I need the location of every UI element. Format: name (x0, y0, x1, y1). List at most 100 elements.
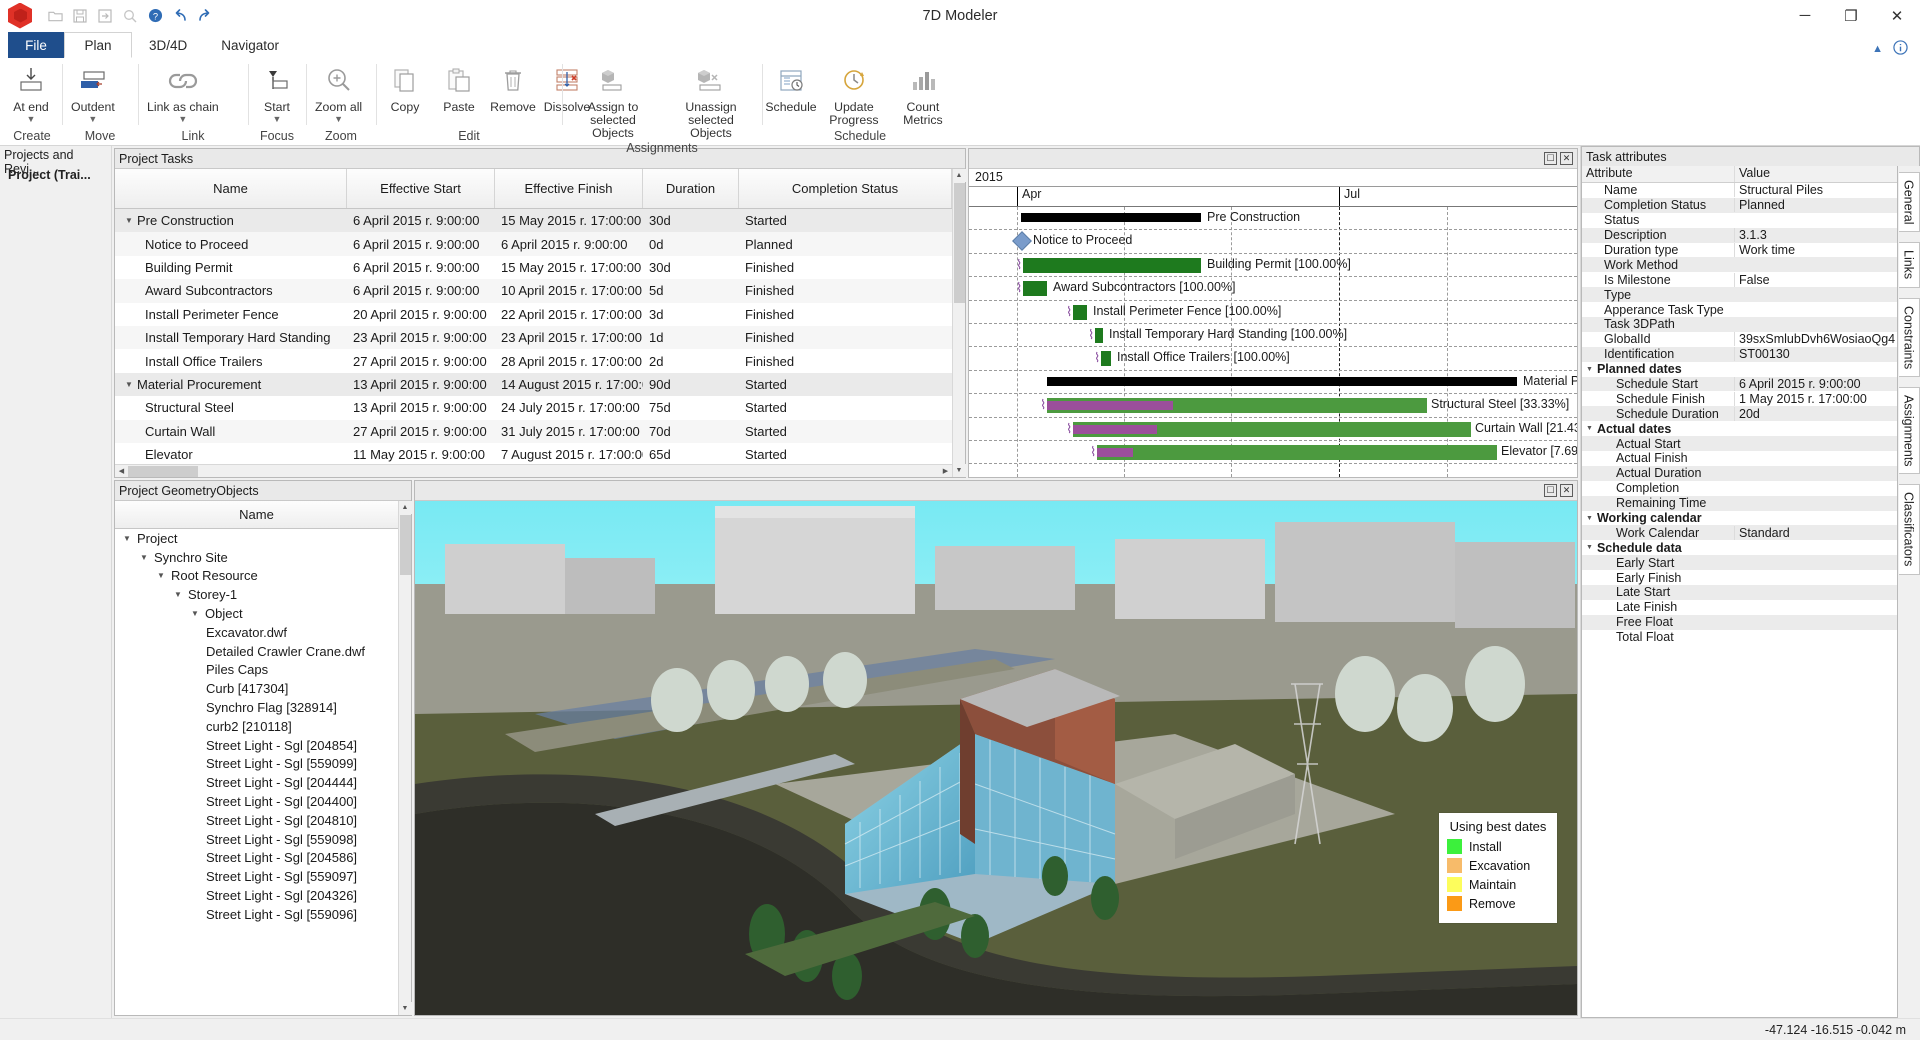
attribute-row[interactable]: ▼Working calendar (1582, 511, 1897, 526)
list-item[interactable]: Street Light - Sgl [204444] (115, 773, 398, 792)
list-item[interactable]: Street Light - Sgl [204810] (115, 811, 398, 830)
attribute-row[interactable]: Total Float (1582, 630, 1897, 645)
tasks-rows[interactable]: ▼Pre Construction6 April 2015 r. 9:00:00… (115, 209, 952, 464)
attribute-row[interactable]: Late Finish (1582, 600, 1897, 615)
attribute-side-tabs[interactable]: General Links Constraints Assignments Classi… (1898, 166, 1920, 1018)
close-panel-icon[interactable]: ✕ (1560, 152, 1573, 165)
list-item[interactable]: Street Light - Sgl [559099] (115, 755, 398, 774)
open-icon[interactable] (44, 5, 66, 27)
start-button[interactable]: Start ▼ (250, 62, 304, 123)
gantt-milestone[interactable] (1012, 231, 1032, 251)
attribute-row[interactable]: Is MilestoneFalse (1582, 272, 1897, 287)
chevron-down-icon[interactable]: ▼ (155, 571, 167, 580)
attribute-value[interactable]: ST00130 (1734, 347, 1897, 361)
attribute-value[interactable]: 20d (1734, 407, 1897, 421)
table-row[interactable]: Structural Steel13 April 2015 r. 9:00:00… (115, 396, 952, 419)
attribute-row[interactable]: Completion (1582, 481, 1897, 496)
redo-icon[interactable] (194, 5, 216, 27)
scroll-down-icon[interactable]: ▼ (399, 1002, 412, 1015)
attribute-row[interactable]: Work Method (1582, 257, 1897, 272)
column-header-value[interactable]: Value (1734, 166, 1897, 182)
gantt-bar[interactable] (1073, 305, 1087, 320)
chevron-down-icon[interactable]: ▼ (172, 590, 184, 599)
side-tab-links[interactable]: Links (1899, 242, 1920, 287)
geometry-tree[interactable]: ▼Project▼Synchro Site▼Root Resource▼Stor… (115, 529, 398, 1015)
list-item[interactable]: Street Light - Sgl [559097] (115, 867, 398, 886)
chevron-down-icon[interactable]: ▼ (1586, 544, 1593, 551)
column-header-effective-finish[interactable]: Effective Finish (495, 169, 643, 208)
minimize-button[interactable]: ─ (1782, 0, 1828, 32)
gantt-bar[interactable] (1023, 281, 1047, 296)
attribute-row[interactable]: IdentificationST00130 (1582, 347, 1897, 362)
list-item[interactable]: ▼Storey-1 (115, 585, 398, 604)
attribute-row[interactable]: Type (1582, 287, 1897, 302)
attribute-row[interactable]: Schedule Finish1 May 2015 r. 17:00:00 (1582, 391, 1897, 406)
geometry-column-header-name[interactable]: Name (115, 501, 398, 529)
side-tab-constraints[interactable]: Constraints (1899, 298, 1920, 377)
ribbon-tab-3d4d[interactable]: 3D/4D (132, 32, 204, 58)
column-header-attribute[interactable]: Attribute (1582, 166, 1734, 182)
zoom-all-button[interactable]: Zoom all ▼ (308, 62, 369, 123)
list-item[interactable]: Street Light - Sgl [204400] (115, 792, 398, 811)
attribute-value[interactable]: 3.1.3 (1734, 228, 1897, 242)
list-item[interactable]: Street Light - Sgl [204326] (115, 886, 398, 905)
outdent-button[interactable]: Outdent ▼ (64, 62, 122, 123)
list-item[interactable]: ▼Synchro Site (115, 548, 398, 567)
side-tab-classificators[interactable]: Classificators (1899, 484, 1920, 574)
attribute-value[interactable]: 39sxSmlubDvh6WosiaoQg4 (1734, 332, 1897, 346)
chevron-down-icon[interactable]: ▼ (189, 609, 201, 618)
attribute-row[interactable]: ▼Schedule data (1582, 540, 1897, 555)
gantt-row[interactable]: ⌇Curtain Wall [21.43%] (969, 418, 1577, 441)
gantt-bar[interactable] (1095, 328, 1103, 343)
chevron-down-icon[interactable]: ▼ (178, 115, 187, 123)
attributes-rows[interactable]: NameStructural PilesCompletion StatusPla… (1582, 183, 1897, 1017)
paste-button[interactable]: Paste (432, 62, 486, 114)
attribute-row[interactable]: Remaining Time (1582, 496, 1897, 511)
attribute-row[interactable]: Duration typeWork time (1582, 243, 1897, 258)
gantt-bar[interactable] (1097, 445, 1497, 460)
attribute-row[interactable]: Work CalendarStandard (1582, 525, 1897, 540)
chevron-down-icon[interactable]: ▼ (1586, 366, 1593, 373)
side-tab-general[interactable]: General (1899, 172, 1920, 232)
list-item[interactable]: ▼Object (115, 604, 398, 623)
copy-button[interactable]: Copy (378, 62, 432, 114)
info-icon[interactable] (1893, 40, 1908, 58)
list-item[interactable]: Piles Caps (115, 661, 398, 680)
table-row[interactable]: ▼Pre Construction6 April 2015 r. 9:00:00… (115, 209, 952, 232)
attribute-row[interactable]: Actual Start (1582, 436, 1897, 451)
chevron-down-icon[interactable]: ▼ (273, 115, 282, 123)
side-tab-assignments[interactable]: Assignments (1899, 387, 1920, 475)
attribute-row[interactable]: Free Float (1582, 615, 1897, 630)
gantt-row[interactable]: ⌇Install Office Trailers [100.00%] (969, 347, 1577, 370)
attribute-value[interactable]: Standard (1734, 526, 1897, 540)
chevron-down-icon[interactable]: ▼ (123, 216, 135, 225)
close-button[interactable]: ✕ (1874, 0, 1920, 32)
table-row[interactable]: Install Temporary Hard Standing23 April … (115, 326, 952, 349)
attribute-row[interactable]: GlobalId39sxSmlubDvh6WosiaoQg4 (1582, 332, 1897, 347)
table-row[interactable]: Install Office Trailers27 April 2015 r. … (115, 349, 952, 372)
float-panel-icon[interactable]: ☐ (1544, 484, 1557, 497)
list-item[interactable]: curb2 [210118] (115, 717, 398, 736)
attribute-row[interactable]: ▼Actual dates (1582, 421, 1897, 436)
gantt-row[interactable]: Notice to Proceed (969, 230, 1577, 253)
attribute-row[interactable]: ▼Planned dates (1582, 362, 1897, 377)
attribute-row[interactable]: Description3.1.3 (1582, 228, 1897, 243)
unassign-selected-objects-button[interactable]: Unassign selected Objects (662, 62, 760, 140)
column-header-name[interactable]: Name (115, 169, 347, 208)
remove-button[interactable]: Remove (486, 62, 540, 114)
assign-to-selected-objects-button[interactable]: Assign to selected Objects (564, 62, 662, 140)
gantt-row[interactable]: ⌇Structural Steel [33.33%] (969, 394, 1577, 417)
column-header-completion-status[interactable]: Completion Status (739, 169, 952, 208)
3d-viewport[interactable]: Using best dates InstallExcavationMainta… (415, 501, 1577, 1015)
list-item[interactable]: ▼Project (115, 529, 398, 548)
attribute-row[interactable]: Schedule Start6 April 2015 r. 9:00:00 (1582, 377, 1897, 392)
gantt-row[interactable]: ⌇Award Subcontractors [100.00%] (969, 277, 1577, 300)
table-row[interactable]: Award Subcontractors6 April 2015 r. 9:00… (115, 279, 952, 302)
gantt-row[interactable]: ⌇Building Permit [100.00%] (969, 254, 1577, 277)
scroll-down-icon[interactable]: ▼ (953, 464, 966, 477)
scroll-left-icon[interactable]: ◀ (115, 465, 128, 478)
ribbon-tab-plan[interactable]: Plan (64, 32, 132, 58)
table-row[interactable]: Notice to Proceed6 April 2015 r. 9:00:00… (115, 232, 952, 255)
attribute-row[interactable]: Status (1582, 213, 1897, 228)
chevron-down-icon[interactable]: ▼ (88, 115, 97, 123)
